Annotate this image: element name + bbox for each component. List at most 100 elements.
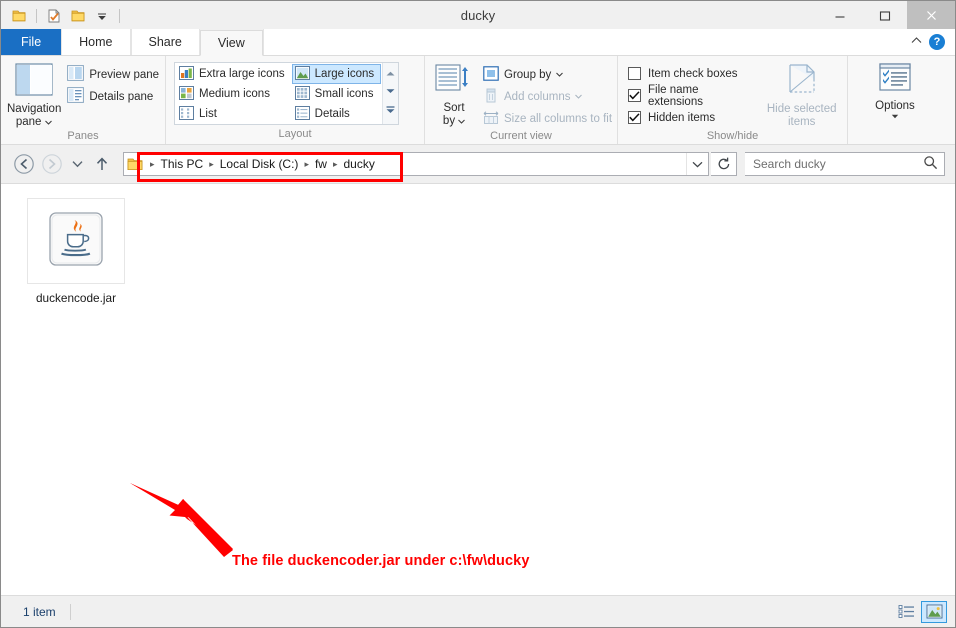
item-check-boxes-row[interactable]: Item check boxes (628, 63, 748, 84)
chevron-down-icon (891, 114, 899, 119)
layout-gallery: Extra large icons Large icons Medium ico… (174, 62, 400, 125)
hidden-items-row[interactable]: Hidden items (628, 107, 748, 128)
up-button[interactable] (89, 151, 115, 177)
tab-home[interactable]: Home (61, 29, 131, 55)
details-view-icon (898, 605, 914, 618)
folder-icon[interactable] (9, 6, 29, 26)
help-icon[interactable]: ? (929, 34, 945, 50)
layout-details-label: Details (314, 108, 350, 120)
tab-file[interactable]: File (1, 29, 62, 55)
breadcrumb-local-disk[interactable]: Local Disk (C:) (215, 157, 304, 171)
view-mode-buttons (893, 600, 947, 623)
gallery-expand-icon[interactable] (386, 106, 395, 116)
navigation-pane-label-1: Navigation (7, 103, 62, 115)
file-name-extensions-row[interactable]: File name extensions (628, 83, 748, 108)
layout-list[interactable]: List (176, 104, 292, 124)
new-folder-icon[interactable] (68, 6, 88, 26)
layout-small-icons[interactable]: Small icons (292, 84, 381, 104)
address-bar[interactable]: ▸ This PC ▸ Local Disk (C:) ▸ fw ▸ ducky (123, 152, 709, 176)
search-input[interactable]: Search ducky (745, 152, 945, 176)
address-dropdown-icon[interactable] (686, 153, 708, 175)
quick-access-toolbar (1, 1, 123, 30)
status-bar: 1 item (1, 595, 955, 627)
file-icon-box[interactable] (27, 198, 125, 284)
layout-details[interactable]: Details (292, 104, 381, 124)
forward-button[interactable] (39, 151, 65, 177)
item-check-boxes-checkbox[interactable] (628, 67, 641, 80)
gallery-scroll-down-icon[interactable] (386, 88, 395, 96)
navigation-pane-button[interactable]: Navigation pane (7, 60, 61, 129)
tab-view[interactable]: View (199, 30, 263, 56)
search-icon[interactable] (923, 155, 938, 173)
add-columns-button[interactable]: Add columns (481, 86, 616, 107)
details-pane-button[interactable]: Details pane (65, 86, 163, 107)
add-columns-icon (483, 88, 499, 106)
maximize-button[interactable] (862, 1, 907, 30)
hidden-items-label: Hidden items (648, 111, 716, 124)
qat-separator-2 (119, 8, 120, 23)
layout-medium-icons[interactable]: Medium icons (176, 84, 292, 104)
title-bar: ducky (1, 1, 955, 30)
file-name-label: duckencode.jar (35, 291, 116, 305)
status-separator (69, 603, 71, 620)
breadcrumb: ▸ This PC ▸ Local Disk (C:) ▸ fw ▸ ducky (145, 153, 380, 175)
large-icons-icon (294, 65, 310, 83)
group-by-label: Group by (504, 68, 552, 81)
breadcrumb-ducky[interactable]: ducky (339, 157, 380, 171)
layout-group-label: Layout (278, 128, 312, 140)
navigation-pane-label-2: pane (15, 116, 42, 128)
recent-locations-button[interactable] (67, 151, 87, 177)
group-by-button[interactable]: Group by (481, 64, 616, 85)
sort-by-button[interactable]: Sort by (435, 60, 473, 128)
size-all-columns-icon (483, 110, 499, 128)
layout-extra-large-icons-label: Extra large icons (199, 68, 285, 80)
file-name-extensions-checkbox[interactable] (628, 89, 641, 102)
collapse-ribbon-icon[interactable] (910, 36, 923, 48)
ribbon-group-show-hide: Item check boxes File name extensions Hi… (618, 56, 848, 144)
file-name-extensions-label: File name extensions (648, 83, 703, 108)
file-list-area[interactable]: duckencode.jar The file duckencoder.jar … (1, 183, 955, 595)
hide-selected-items-label-1: Hide selected (766, 103, 837, 115)
large-icons-view-button[interactable] (921, 600, 947, 623)
hide-selected-items-button[interactable]: Hide selected items (762, 60, 841, 129)
ribbon-group-panes: Navigation pane Preview pane Details pan… (1, 56, 166, 144)
options-group-label (848, 127, 955, 144)
extra-large-icons-icon (179, 65, 194, 83)
preview-pane-label: Preview pane (89, 68, 160, 81)
options-button[interactable]: Options (864, 60, 926, 119)
ribbon-group-options: Options (848, 56, 955, 144)
layout-list-label: List (199, 108, 217, 120)
list-item[interactable]: duckencode.jar (27, 198, 125, 305)
properties-icon[interactable] (44, 6, 64, 26)
sort-by-label-1: Sort (443, 102, 465, 114)
customize-chevron-icon[interactable] (92, 6, 112, 26)
gallery-scroll-up-icon[interactable] (386, 71, 395, 79)
window-title: ducky (460, 8, 496, 23)
tab-share[interactable]: Share (130, 29, 200, 55)
size-all-columns-button[interactable]: Size all columns to fit (481, 108, 616, 129)
window-controls (817, 1, 955, 30)
layout-extra-large-icons[interactable]: Extra large icons (176, 64, 292, 84)
hidden-items-checkbox[interactable] (628, 111, 641, 124)
details-view-button[interactable] (893, 601, 919, 623)
breadcrumb-fw[interactable]: fw (310, 157, 332, 171)
layout-large-icons[interactable]: Large icons (291, 64, 382, 84)
chevron-down-icon (458, 119, 465, 124)
tabstrip-filler (262, 29, 904, 55)
minimize-button[interactable] (817, 1, 862, 30)
layout-medium-icons-label: Medium icons (199, 88, 270, 100)
close-button[interactable] (907, 1, 955, 30)
layout-large-icons-label: Large icons (314, 68, 375, 80)
hide-selected-items-icon (786, 63, 818, 100)
current-view-group-label: Current view (490, 130, 552, 142)
preview-pane-button[interactable]: Preview pane (65, 64, 163, 85)
qat-separator-1 (36, 8, 37, 23)
refresh-button[interactable] (711, 152, 737, 176)
callout-text: The file duckencoder.jar under c:\fw\duc… (232, 553, 530, 569)
hide-selected-items-label-2: items (787, 116, 816, 128)
search-placeholder: Search ducky (753, 157, 826, 171)
back-button[interactable] (11, 151, 37, 177)
breadcrumb-this-pc[interactable]: This PC (156, 157, 209, 171)
large-icons-view-icon (926, 604, 942, 619)
layout-gallery-scrollbar[interactable] (382, 63, 399, 124)
